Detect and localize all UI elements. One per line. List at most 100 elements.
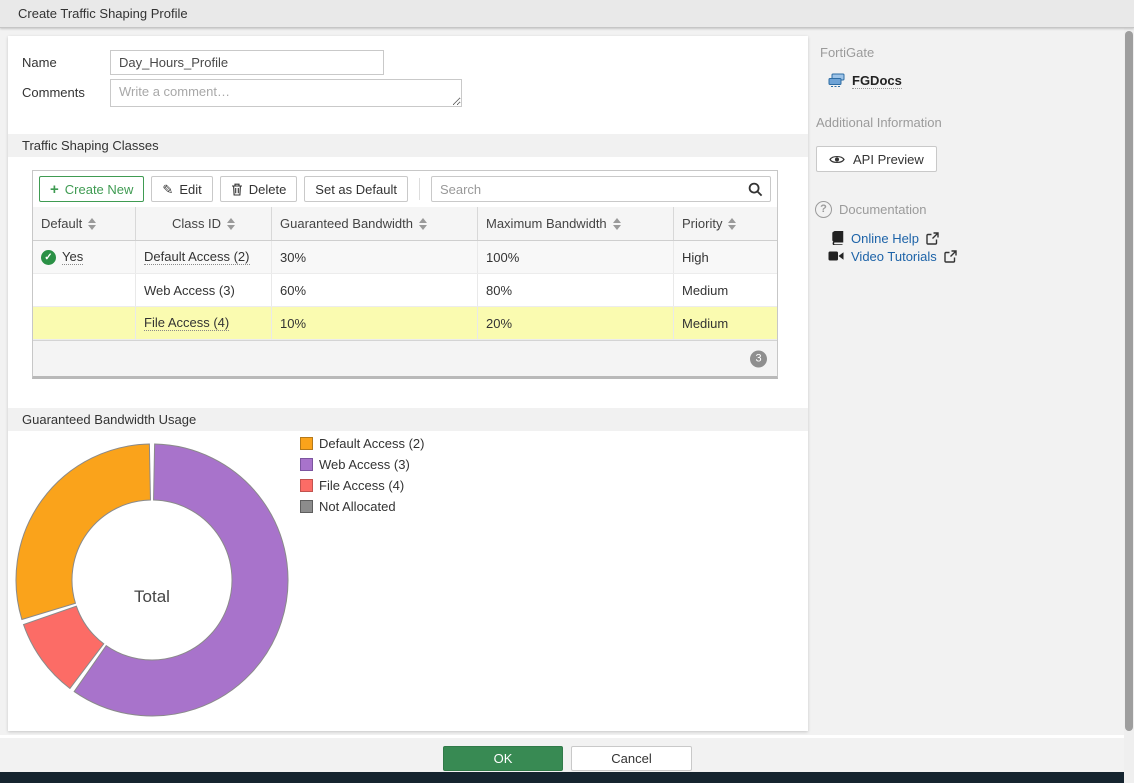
donut-center-label: Total xyxy=(134,587,170,606)
table-footer: 3 xyxy=(33,340,777,376)
cancel-button[interactable]: Cancel xyxy=(571,746,692,771)
set-as-default-button[interactable]: Set as Default xyxy=(304,176,408,202)
table-row-file-access-4[interactable]: File Access (4)10%20%Medium xyxy=(33,307,777,340)
column-header-label: Maximum Bandwidth xyxy=(486,216,607,231)
column-header-label: Class ID xyxy=(172,216,221,231)
comments-label: Comments xyxy=(22,85,85,100)
class-id-label[interactable]: Default Access (2) xyxy=(144,249,250,265)
legend-swatch xyxy=(300,479,313,492)
plus-icon: + xyxy=(50,182,59,197)
online-help-link[interactable]: Online Help xyxy=(851,231,919,246)
scrollbar-thumb[interactable] xyxy=(1125,31,1133,731)
eye-icon xyxy=(829,154,845,165)
book-icon xyxy=(831,231,844,245)
dialog-titlebar: Create Traffic Shaping Profile xyxy=(0,0,1134,28)
column-header-label: Priority xyxy=(682,216,722,231)
name-label: Name xyxy=(22,55,57,70)
check-circle-icon: ✓ xyxy=(41,250,56,265)
device-entry[interactable]: FGDocs xyxy=(828,72,902,90)
api-preview-button[interactable]: API Preview xyxy=(816,146,937,172)
cell-priority: Medium xyxy=(674,274,777,306)
classes-table: + Create New ✎ Edit Delete Set as Defaul… xyxy=(32,170,778,379)
legend-swatch xyxy=(300,437,313,450)
video-tutorials-link[interactable]: Video Tutorials xyxy=(851,249,937,264)
footer-divider xyxy=(0,735,1134,738)
usage-section-header: Guaranteed Bandwidth Usage xyxy=(8,408,808,431)
table-header-row: Default Class ID Guaranteed Bandwidth Maxim… xyxy=(33,207,777,241)
scrollbar-track[interactable] xyxy=(1124,28,1134,783)
name-input[interactable] xyxy=(110,50,384,75)
cell-class-id: Web Access (3) xyxy=(136,274,272,306)
cell-class-id: Default Access (2) xyxy=(136,241,272,273)
device-name: FGDocs xyxy=(852,73,902,89)
legend-item-not-allocated[interactable]: Not Allocated xyxy=(300,499,425,514)
cell-maximum-bandwidth: 20% xyxy=(478,307,674,339)
classes-section-title: Traffic Shaping Classes xyxy=(22,138,159,153)
sort-icon xyxy=(419,218,427,230)
question-circle-icon: ? xyxy=(815,201,832,218)
legend-item-web-access-3[interactable]: Web Access (3) xyxy=(300,457,425,472)
create-new-label: Create New xyxy=(65,182,134,197)
usage-section-title: Guaranteed Bandwidth Usage xyxy=(22,412,196,427)
comments-input[interactable] xyxy=(110,79,462,107)
column-header-label: Default xyxy=(41,216,82,231)
table-row-default-access-2[interactable]: ✓YesDefault Access (2)30%100%High xyxy=(33,241,777,274)
legend-item-default-access-2[interactable]: Default Access (2) xyxy=(300,436,425,451)
donut-slice-default-access-2[interactable] xyxy=(16,444,150,620)
legend-label: File Access (4) xyxy=(319,478,404,493)
column-header-maximum-bandwidth[interactable]: Maximum Bandwidth xyxy=(478,207,674,240)
chart-legend: Default Access (2) Web Access (3) File Acc… xyxy=(300,436,425,520)
dialog-title: Create Traffic Shaping Profile xyxy=(18,6,188,21)
cell-maximum-bandwidth: 80% xyxy=(478,274,674,306)
right-sidebar: FortiGate FGDocs Additional Information … xyxy=(810,36,1124,731)
ok-button[interactable]: OK xyxy=(443,746,563,771)
class-id-label[interactable]: Web Access (3) xyxy=(144,283,235,298)
table-toolbar: + Create New ✎ Edit Delete Set as Defaul… xyxy=(33,171,777,207)
api-preview-label: API Preview xyxy=(853,152,924,167)
cell-priority: Medium xyxy=(674,307,777,339)
search-box xyxy=(431,176,771,202)
sort-icon xyxy=(88,218,96,230)
pencil-icon: ✎ xyxy=(162,183,173,196)
legend-item-file-access-4[interactable]: File Access (4) xyxy=(300,478,425,493)
legend-label: Default Access (2) xyxy=(319,436,425,451)
cell-priority: High xyxy=(674,241,777,273)
cell-default: ✓Yes xyxy=(33,241,136,273)
create-new-button[interactable]: + Create New xyxy=(39,176,144,202)
class-id-label[interactable]: File Access (4) xyxy=(144,315,229,331)
column-header-guaranteed-bandwidth[interactable]: Guaranteed Bandwidth xyxy=(272,207,478,240)
online-help-row: Online Help xyxy=(831,229,939,247)
cell-guaranteed-bandwidth: 60% xyxy=(272,274,478,306)
edit-button[interactable]: ✎ Edit xyxy=(151,176,212,202)
documentation-heading-row: ? Documentation xyxy=(815,200,926,218)
classes-section-header: Traffic Shaping Classes xyxy=(8,134,808,157)
search-icon[interactable] xyxy=(740,182,770,197)
legend-swatch xyxy=(300,500,313,513)
legend-label: Web Access (3) xyxy=(319,457,410,472)
screen: Create Traffic Shaping Profile Name Comm… xyxy=(0,0,1134,783)
row-count-badge: 3 xyxy=(750,350,767,367)
content-panel: Name Comments Traffic Shaping Classes + … xyxy=(8,36,808,731)
delete-label: Delete xyxy=(249,182,287,197)
set-as-default-label: Set as Default xyxy=(315,182,397,197)
column-header-priority[interactable]: Priority xyxy=(674,207,777,240)
table-body: ✓YesDefault Access (2)30%100%HighWeb Acc… xyxy=(33,241,777,340)
table-row-web-access-3[interactable]: Web Access (3) 60%80%Medium xyxy=(33,274,777,307)
cell-default xyxy=(33,274,136,306)
column-header-default[interactable]: Default xyxy=(33,207,136,240)
column-header-class-id[interactable]: Class ID xyxy=(136,207,272,240)
legend-label: Not Allocated xyxy=(319,499,396,514)
trash-icon xyxy=(231,183,243,196)
additional-info-heading: Additional Information xyxy=(816,115,942,130)
edit-label: Edit xyxy=(179,182,201,197)
video-tutorials-row: Video Tutorials xyxy=(828,247,957,265)
sort-icon xyxy=(728,218,736,230)
cell-default xyxy=(33,307,136,339)
bandwidth-donut-chart: Total xyxy=(13,441,291,719)
column-header-label: Guaranteed Bandwidth xyxy=(280,216,413,231)
bottom-dark-bar xyxy=(0,772,1134,783)
delete-button[interactable]: Delete xyxy=(220,176,298,202)
search-input[interactable] xyxy=(432,178,740,200)
sort-icon xyxy=(613,218,621,230)
fortigate-device-icon xyxy=(828,73,845,89)
